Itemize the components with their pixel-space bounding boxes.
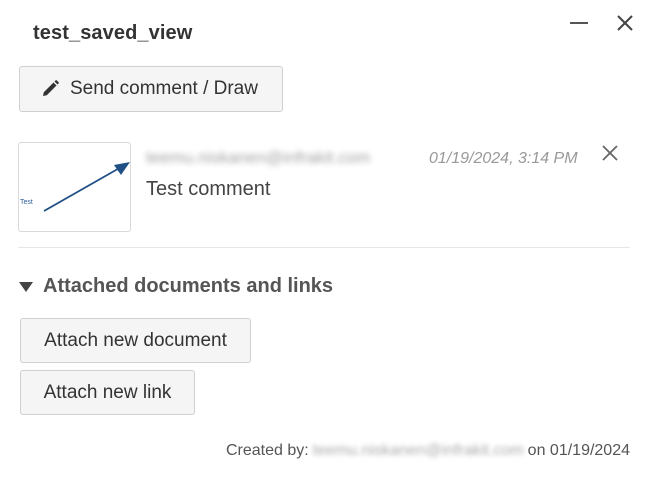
close-button[interactable] (612, 10, 638, 36)
comment-timestamp: 01/19/2024, 3:14 PM (429, 150, 578, 167)
pencil-icon (40, 78, 62, 100)
thumbnail-label: Test (20, 199, 33, 206)
created-date: 01/19/2024 (549, 442, 630, 459)
comment-author: teemu.niskanen@infrakit.com (146, 148, 371, 167)
created-by-prefix: Created by: (225, 442, 309, 459)
created-by-user: teemu.niskanen@infrakit.com (312, 442, 524, 459)
attach-link-label: Attach new link (43, 381, 172, 403)
panel-title: test_saved_view (33, 22, 193, 44)
saved-view-panel: test_saved_view Send comment / Draw Test… (0, 0, 650, 483)
attach-document-button[interactable]: Attach new document (20, 318, 251, 363)
comment-text: Test comment (146, 178, 271, 200)
minimize-icon (570, 22, 588, 24)
attach-document-label: Attach new document (44, 329, 227, 351)
arrow-drawing (43, 162, 130, 212)
send-comment-label: Send comment / Draw (70, 78, 258, 99)
close-icon (602, 145, 618, 161)
minimize-button[interactable] (566, 10, 592, 36)
attachments-section-title: Attached documents and links (43, 275, 334, 297)
attachments-section-toggle[interactable]: Attached documents and links (19, 275, 333, 298)
expand-triangle-icon (19, 282, 33, 292)
created-on-prefix: on (527, 442, 546, 459)
section-divider (18, 247, 630, 248)
delete-comment-button[interactable] (600, 143, 620, 163)
close-icon (617, 15, 633, 31)
attach-link-button[interactable]: Attach new link (20, 370, 195, 415)
created-by-info: Created by: teemu.niskanen@infrakit.com … (226, 442, 630, 460)
send-comment-button[interactable]: Send comment / Draw (19, 66, 283, 112)
drawing-thumbnail[interactable]: Test (18, 142, 131, 232)
